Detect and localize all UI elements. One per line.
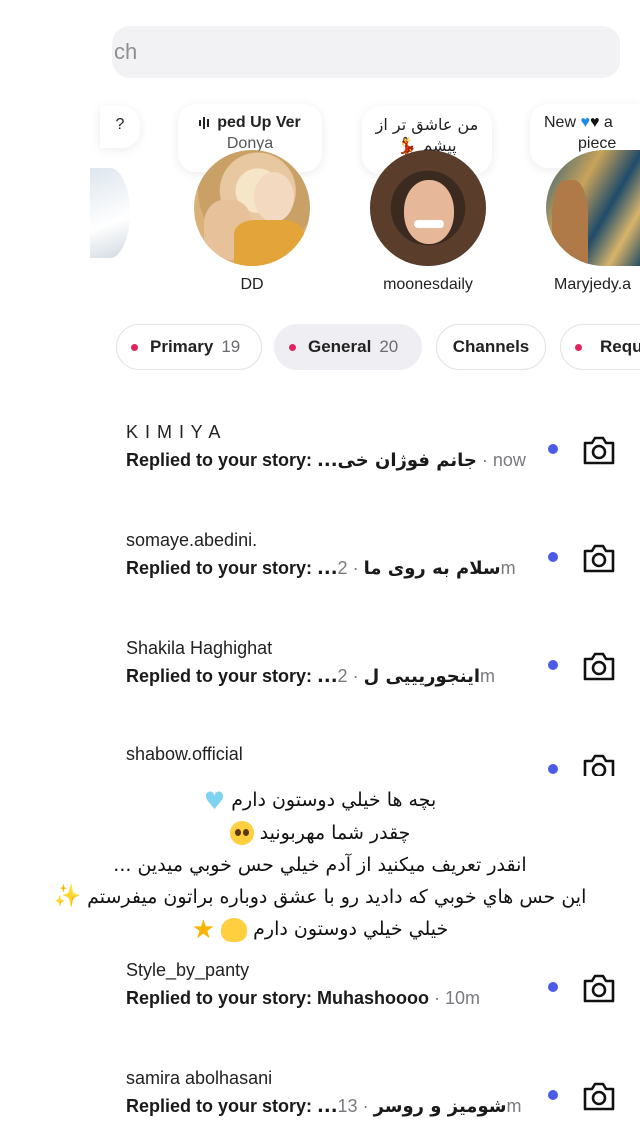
message-preview: Replied to your story: ...شومیز و روسر ·… — [126, 1096, 522, 1117]
caption-line: خيلي خيلي دوستون دارم — [253, 918, 449, 940]
search-placeholder: ch — [114, 39, 138, 64]
message-row[interactable]: K I M I Y A Replied to your story: ...جا… — [0, 422, 640, 512]
unread-indicator — [548, 552, 558, 562]
note-bubble[interactable]: ? — [100, 106, 140, 148]
sender-name: samira abolhasani — [126, 1068, 273, 1088]
sender-name: K I M I Y A — [126, 422, 222, 442]
preview-prefix: Replied to your story: — [126, 450, 318, 470]
message-row[interactable]: Shakila Haghighat Replied to your story:… — [0, 638, 640, 728]
preview-prefix: Replied to your story: — [126, 1096, 318, 1116]
note-music-title: ped Up Ver — [217, 114, 301, 131]
tab-requests[interactable]: Requ — [560, 324, 640, 370]
unread-dot — [289, 343, 296, 351]
tab-general[interactable]: General 20 — [274, 324, 422, 370]
message-preview: Replied to your story: ...اینجوریییی ل ·… — [126, 666, 496, 687]
sender-name: somaye.abedini. — [126, 530, 258, 550]
direct-inbox-screen: ch ? ped Up Ver Donya من عاشق تر از پیشم… — [0, 0, 640, 1136]
story-name: Maryjedy.a — [554, 276, 632, 293]
sender-name: shabow.official — [126, 744, 243, 764]
caption-line: اين حس هاي خوبي كه داديد رو با عشق دوبار… — [87, 885, 587, 908]
message-row[interactable]: Style_by_panty Replied to your story: Mu… — [0, 960, 640, 1050]
caption-line: بچه ها خيلي دوستون دارم — [231, 789, 437, 811]
preview-text: Muhashoooo — [317, 988, 430, 1008]
black-heart-icon: ♥ — [589, 114, 600, 131]
preview-prefix: Replied to your story: — [126, 988, 318, 1008]
unread-dot — [131, 343, 138, 351]
story-name: moonesdaily — [383, 276, 473, 293]
story-avatar[interactable] — [370, 150, 486, 266]
message-preview: Replied to your story: Muhashoooo · 10m — [126, 988, 481, 1008]
tab-primary[interactable]: Primary 19 — [116, 324, 262, 370]
unread-dot — [575, 343, 582, 351]
star-icon: ★ — [191, 914, 216, 945]
audio-wave-icon — [199, 112, 211, 133]
story-avatar[interactable] — [90, 168, 130, 258]
melting-face-icon — [221, 917, 248, 942]
preview-prefix: Replied to your story: — [126, 558, 318, 578]
message-row[interactable]: somaye.abedini. Replied to your story: .… — [0, 530, 640, 620]
note-line-1: New — [544, 114, 577, 131]
story-avatar[interactable] — [194, 150, 310, 266]
message-time: now — [492, 450, 526, 470]
tab-count: 20 — [379, 337, 399, 356]
unread-indicator — [548, 660, 558, 670]
camera-icon[interactable] — [581, 1080, 617, 1112]
tab-label: General — [308, 337, 372, 356]
tab-label: Primary — [150, 337, 214, 356]
sender-name: Shakila Haghighat — [126, 638, 273, 658]
tab-label: Requ — [600, 337, 640, 356]
blue-heart-icon: ♥ — [580, 114, 590, 131]
unread-indicator — [548, 1090, 558, 1100]
message-preview: Replied to your story: ...جانم فوژان خی … — [126, 450, 526, 471]
tab-channels[interactable]: Channels — [436, 324, 546, 370]
sparkles-icon: ✨ — [53, 884, 82, 909]
note-line-1: من عاشق تر از — [375, 115, 479, 134]
camera-icon[interactable] — [581, 542, 617, 574]
message-row[interactable]: samira abolhasani Replied to your story:… — [0, 1068, 640, 1136]
preview-text: ...جانم فوژان خی — [317, 450, 477, 471]
note-text: ? — [115, 116, 125, 133]
unread-indicator — [548, 764, 558, 774]
light-blue-heart-icon: ♥ — [203, 786, 226, 815]
preview-prefix: Replied to your story: — [126, 666, 318, 686]
story-name: DD — [240, 276, 264, 293]
camera-icon[interactable] — [581, 650, 617, 682]
caption-line: چقدر شما مهربونيد — [259, 821, 411, 844]
message-time: 10m — [445, 988, 481, 1008]
tab-count: 19 — [221, 337, 241, 356]
message-preview: Replied to your story: ...سلام به روی ما… — [126, 558, 516, 579]
story-caption-overlay: بچه ها خيلي دوستون دارم ♥ چقدر شما مهربو… — [0, 776, 640, 952]
search-input[interactable]: ch — [112, 26, 620, 78]
caption-line: انقدر تعريف ميكنيد از آدم خيلي حس خوبي م… — [113, 853, 527, 876]
note-line-1-tail: a — [603, 114, 613, 131]
unread-indicator — [548, 444, 558, 454]
camera-icon[interactable] — [581, 972, 617, 1004]
pleading-face-icon — [229, 821, 254, 845]
tab-label: Channels — [452, 337, 530, 356]
sender-name: Style_by_panty — [126, 960, 250, 980]
unread-indicator — [548, 982, 558, 992]
camera-icon[interactable] — [581, 434, 617, 466]
